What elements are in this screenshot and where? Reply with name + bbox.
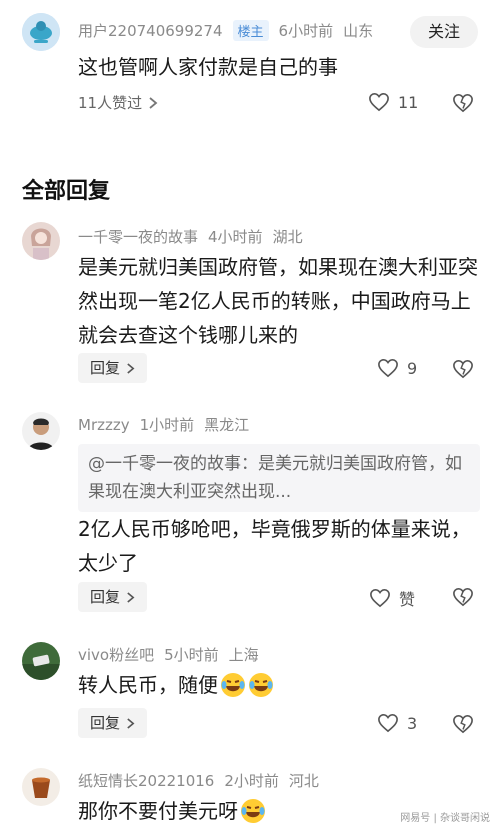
like-button[interactable]: 11 [368, 92, 418, 112]
comment-text: 是美元就归美国政府管，如果现在澳大利亚突然出现一笔2亿人民币的转账，中国政府马上… [78, 255, 478, 347]
like-count: 3 [407, 713, 418, 733]
comment-text: 那你不要付美元呀 [78, 799, 238, 823]
username[interactable]: vivo粉丝吧 [78, 646, 154, 664]
username[interactable]: 纸短情长20221016 [78, 772, 214, 790]
location: 黑龙江 [204, 416, 250, 434]
reply-button-label: 回复 [90, 588, 121, 606]
avatar[interactable] [22, 642, 60, 680]
like-count: 9 [407, 358, 418, 378]
follow-button[interactable]: 关注 [410, 16, 478, 48]
avatar-image [22, 13, 60, 51]
avatar[interactable] [22, 412, 60, 450]
avatar[interactable] [22, 13, 60, 51]
location: 上海 [228, 646, 259, 664]
heart-icon [377, 713, 399, 733]
heart-icon [369, 588, 391, 608]
dislike-icon[interactable] [452, 587, 474, 607]
location: 山东 [343, 22, 374, 40]
comment-text: 转人民币，随便 [78, 673, 218, 697]
chevron-right-icon [126, 717, 135, 730]
op-badge: 楼主 [232, 20, 269, 41]
dislike-icon[interactable] [452, 359, 474, 379]
avatar-image [22, 222, 60, 260]
reply-button[interactable]: 回复 [78, 708, 148, 738]
comment-text: 2亿人民币够呛吧，毕竟俄罗斯的体量来说，太少了 [78, 517, 471, 575]
dislike-icon[interactable] [452, 93, 474, 113]
likes-summary-link[interactable]: 11人赞过 [78, 92, 158, 113]
laughing-emoji-icon [240, 798, 266, 824]
section-title: 全部回复 [22, 179, 111, 204]
location: 湖北 [272, 228, 303, 246]
avatar-image [22, 768, 60, 806]
username[interactable]: Mrzzzy [78, 416, 130, 434]
dislike-icon[interactable] [452, 714, 474, 734]
like-button[interactable]: 9 [377, 358, 417, 378]
quoted-reply[interactable]: @一千零一夜的故事：是美元就归美国政府管，如果现在澳大利亚突然出现... [78, 444, 480, 512]
like-count: 11 [398, 92, 419, 112]
avatar-image [22, 412, 60, 450]
chevron-right-icon [126, 591, 135, 604]
laughing-emoji-icon [248, 672, 274, 698]
watermark: 网易号 | 杂谈哥闲说 [400, 813, 490, 824]
comment-text: 这也管啊人家付款是自己的事 [78, 55, 338, 79]
timestamp: 2小时前 [224, 772, 279, 790]
reply-button[interactable]: 回复 [78, 582, 148, 612]
laughing-emoji-icon [220, 672, 246, 698]
heart-icon [368, 92, 390, 112]
timestamp: 1小时前 [139, 416, 195, 434]
username[interactable]: 用户220740699274 [78, 22, 223, 40]
like-label: 赞 [399, 590, 416, 609]
reply-button-label: 回复 [90, 714, 121, 732]
avatar-image [22, 642, 60, 680]
timestamp: 4小时前 [208, 228, 263, 246]
reply-button-label: 回复 [90, 359, 121, 377]
like-button[interactable]: 3 [377, 713, 417, 733]
timestamp: 5小时前 [164, 646, 219, 664]
likes-summary: 11人赞过 [78, 94, 143, 112]
location: 河北 [288, 772, 319, 790]
avatar[interactable] [22, 768, 60, 806]
chevron-right-icon [126, 362, 135, 375]
timestamp: 6小时前 [278, 22, 334, 40]
chevron-right-icon [148, 96, 158, 110]
avatar[interactable] [22, 222, 60, 260]
like-button[interactable]: 赞 [369, 586, 415, 610]
reply-button[interactable]: 回复 [78, 353, 148, 383]
username[interactable]: 一千零一夜的故事 [78, 228, 198, 246]
heart-icon [377, 358, 399, 378]
